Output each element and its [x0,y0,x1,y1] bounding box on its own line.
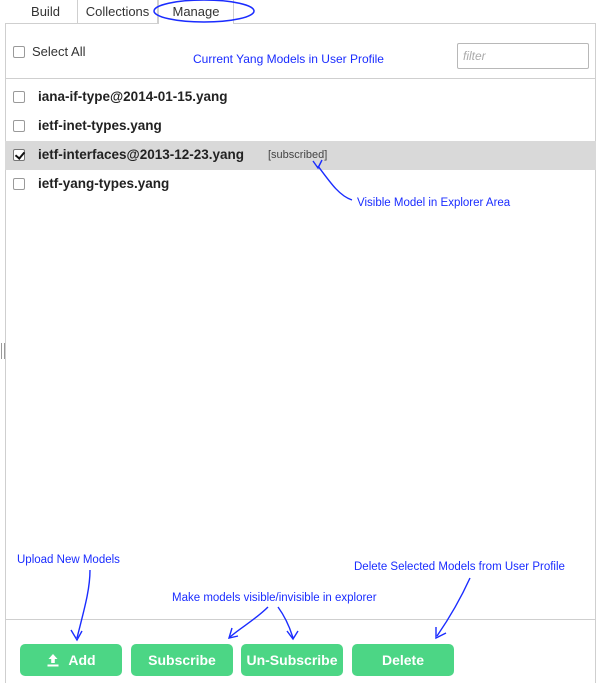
delete-button[interactable]: Delete [352,644,454,676]
annotation-visibility: Make models visible/invisible in explore… [172,592,377,604]
model-name: iana-if-type@2014-01-15.yang [38,89,228,104]
model-name: ietf-yang-types.yang [38,176,170,191]
status-badge: [subscribed] [268,149,328,161]
model-checkbox[interactable] [13,120,25,132]
list-item[interactable]: ietf-inet-types.yang [5,112,596,141]
active-tab-connector [159,23,233,24]
unsubscribe-button[interactable]: Un-Subscribe [241,644,343,676]
tab-collections[interactable]: Collections [78,0,158,23]
tab-manage[interactable]: Manage [158,0,234,23]
model-name: ietf-interfaces@2013-12-23.yang [38,147,245,162]
tab-build[interactable]: Build [14,0,78,23]
upload-icon [47,654,59,667]
annotation-upload: Upload New Models [17,554,120,566]
filter-input[interactable] [457,43,589,69]
model-name: ietf-inet-types.yang [38,118,162,133]
tab-bar: Build Collections Manage [0,0,599,24]
select-all-checkbox[interactable] [13,46,25,58]
model-checkbox-checked[interactable] [13,149,25,161]
model-checkbox[interactable] [13,178,25,190]
page-title: Current Yang Models in User Profile [193,52,384,66]
list-item[interactable]: iana-if-type@2014-01-15.yang [5,83,596,112]
add-button[interactable]: Add [20,644,122,676]
annotation-visible-model: Visible Model in Explorer Area [357,197,511,209]
model-list: iana-if-type@2014-01-15.yang ietf-inet-t… [5,78,596,620]
select-all-label: Select All [32,44,86,59]
subscribe-button[interactable]: Subscribe [131,644,233,676]
panel-divider [5,23,596,24]
list-item[interactable]: ietf-yang-types.yang [5,170,596,199]
add-button-label: Add [68,652,96,668]
list-item-selected[interactable]: ietf-interfaces@2013-12-23.yang [subscri… [5,141,596,170]
model-checkbox[interactable] [13,91,25,103]
annotation-delete: Delete Selected Models from User Profile [354,561,565,573]
